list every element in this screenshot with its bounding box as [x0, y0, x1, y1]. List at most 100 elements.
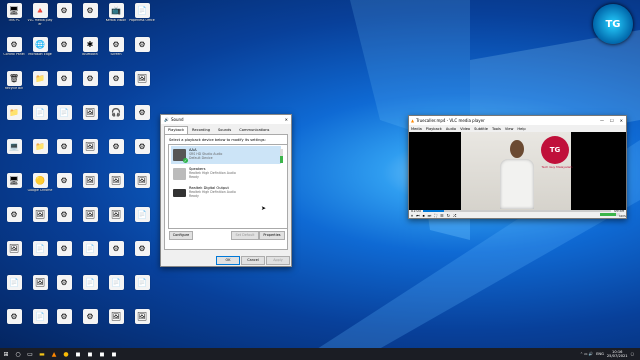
system-tray-icons[interactable]: ⌃ ▭ 🔊 — [580, 352, 593, 356]
tab-recording[interactable]: Recording — [188, 126, 214, 134]
desktop-icon[interactable]: 🔺 VLC media player — [27, 3, 53, 35]
language-indicator[interactable]: ENG — [596, 352, 604, 356]
desktop-icon[interactable]: ⚙ — [51, 3, 77, 35]
close-icon[interactable]: ✕ — [285, 117, 288, 122]
vlc-taskbar-icon[interactable]: ▲ — [49, 349, 59, 359]
vlc-menu-media[interactable]: Media — [411, 127, 422, 131]
seek-bar[interactable] — [423, 210, 611, 212]
desktop-icon[interactable]: 📄 — [103, 275, 129, 307]
desktop-icon[interactable]: 📄 — [27, 309, 53, 341]
device-item-aaa[interactable]: ✓ AAA SRS HD Studio Audio Default Device — [171, 146, 281, 164]
apply-button[interactable]: Apply — [266, 256, 290, 265]
desktop-icon[interactable]: ⚙ — [1, 207, 27, 239]
vlc-menu-help[interactable]: Help — [517, 127, 525, 131]
app-icon[interactable]: ◼ — [73, 349, 83, 359]
stop-icon[interactable]: ⏹ — [423, 213, 425, 218]
desktop-icon[interactable]: 🖼 — [77, 207, 103, 239]
desktop-icon[interactable]: ✱ Bluetooth — [77, 37, 103, 69]
desktop-icon[interactable]: 📄 — [129, 275, 155, 307]
pause-icon[interactable]: ⏸ — [411, 213, 413, 218]
shuffle-icon[interactable]: ⤮ — [453, 213, 456, 218]
desktop-icon[interactable]: 📁 — [27, 71, 53, 103]
desktop-icon[interactable]: ⚙ — [1, 309, 27, 341]
desktop-icon[interactable]: ⚙ Screen — [103, 37, 129, 69]
desktop-icon[interactable]: 🎧 — [103, 105, 129, 137]
desktop-icon[interactable]: 🖼 — [129, 173, 155, 205]
task-view-icon[interactable]: ▭ — [25, 349, 35, 359]
desktop-icon[interactable]: ⚙ — [77, 3, 103, 35]
desktop-icon[interactable]: 🖥 This PC — [1, 3, 27, 35]
desktop-icon[interactable]: 📄 — [51, 105, 77, 137]
start-icon[interactable]: ⊞ — [1, 349, 11, 359]
chrome-icon[interactable]: ● — [61, 349, 71, 359]
search-icon[interactable]: ○ — [13, 349, 23, 359]
ok-button[interactable]: OK — [216, 256, 240, 265]
desktop-icon[interactable]: ⚙ — [51, 139, 77, 171]
desktop-icon[interactable]: ⚙ — [129, 139, 155, 171]
tab-sounds[interactable]: Sounds — [214, 126, 235, 134]
maximize-icon[interactable]: ☐ — [610, 118, 614, 123]
desktop-icon[interactable]: 🟡 Google Chrome — [27, 173, 53, 205]
loop-icon[interactable]: ↻ — [447, 213, 450, 218]
desktop-icon[interactable]: 🖼 — [103, 309, 129, 341]
desktop-icon[interactable]: 🖼 — [103, 207, 129, 239]
volume-slider[interactable] — [600, 213, 620, 216]
clock-date[interactable]: 25/07/2021 — [607, 354, 628, 358]
desktop-icon[interactable]: 📺 Kerala Vision — [103, 3, 129, 35]
previous-icon[interactable]: ⏮ — [416, 213, 420, 218]
desktop-icon[interactable]: ⚙ — [51, 207, 77, 239]
desktop-icon[interactable]: 💻 — [1, 139, 27, 171]
video-area[interactable]: TG Tech Guy Malayalam — [409, 132, 626, 210]
desktop-icon[interactable]: 📄 — [1, 275, 27, 307]
device-item-speakers[interactable]: Speakers Realtek High Definition Audio R… — [171, 165, 281, 183]
vlc-menu-subtitle[interactable]: Subtitle — [474, 127, 488, 131]
desktop-icon[interactable]: ⚙ — [129, 105, 155, 137]
properties-button[interactable]: Properties — [259, 231, 285, 240]
desktop-icon[interactable]: 📄 — [77, 241, 103, 273]
set-default-button[interactable]: Set Default — [231, 231, 259, 240]
configure-button[interactable]: Configure — [169, 231, 193, 240]
desktop-icon[interactable]: 📄 — [129, 207, 155, 239]
desktop-icon[interactable]: ⚙ — [103, 139, 129, 171]
vlc-menu-view[interactable]: View — [505, 127, 514, 131]
device-item-digital-output[interactable]: Realtek Digital Output Realtek High Defi… — [171, 184, 281, 202]
desktop-icon[interactable]: ⚙ — [103, 241, 129, 273]
desktop-icon[interactable]: ⚙ — [51, 71, 77, 103]
desktop-icon[interactable]: ⚙ — [103, 71, 129, 103]
sound-titlebar[interactable]: 🔊 Sound ✕ — [161, 115, 291, 124]
desktop-icon[interactable]: ⚙ — [129, 37, 155, 69]
desktop-icon[interactable]: 🖼 — [129, 309, 155, 341]
desktop-icon[interactable]: 🖥 — [1, 173, 27, 205]
vlc-menu-audio[interactable]: Audio — [446, 127, 456, 131]
tab-communications[interactable]: Communications — [235, 126, 273, 134]
minimize-icon[interactable]: — — [600, 118, 604, 123]
desktop-icon[interactable]: ⚙ Control Panel — [1, 37, 27, 69]
desktop-icon[interactable]: 📄 — [27, 105, 53, 137]
fullscreen-icon[interactable]: ⛶ — [434, 213, 437, 218]
desktop-icon[interactable]: ⚙ — [77, 71, 103, 103]
vlc-titlebar[interactable]: ▲ Truecaller.mp4 - VLC media player — ☐ … — [409, 116, 626, 125]
desktop-icon[interactable]: ⚙ — [51, 309, 77, 341]
desktop-icon[interactable]: ⚙ — [51, 241, 77, 273]
desktop-icon[interactable]: 📄 — [77, 275, 103, 307]
desktop-icon[interactable]: ⚙ — [77, 309, 103, 341]
desktop-icon[interactable]: ⚙ — [51, 37, 77, 69]
desktop-icon[interactable]: ⚙ — [51, 173, 77, 205]
vlc-menu-video[interactable]: Video — [460, 127, 470, 131]
desktop-icon[interactable]: 📄 Paperless Office — [129, 3, 155, 35]
app-icon[interactable]: ◼ — [109, 349, 119, 359]
desktop-icon[interactable]: 🖼 — [27, 207, 53, 239]
desktop-icon[interactable]: 📁 — [27, 139, 53, 171]
vlc-menu-playback[interactable]: Playback — [426, 127, 442, 131]
desktop-icon[interactable]: 🖼 — [129, 71, 155, 103]
desktop-icon[interactable]: 🖼 — [103, 173, 129, 205]
desktop-icon[interactable]: 🗑 Recycle Bin — [1, 71, 27, 103]
desktop-icon[interactable]: 📄 — [27, 241, 53, 273]
next-icon[interactable]: ⏭ — [428, 213, 432, 218]
playlist-icon[interactable]: ☰ — [440, 213, 444, 218]
desktop-icon[interactable]: ⚙ — [129, 241, 155, 273]
cancel-button[interactable]: Cancel — [241, 256, 265, 265]
notification-icon[interactable]: ▢ — [631, 352, 634, 356]
desktop-icon[interactable]: 🖼 — [77, 173, 103, 205]
desktop-icon[interactable]: 🌐 Microsoft Edge — [27, 37, 53, 69]
